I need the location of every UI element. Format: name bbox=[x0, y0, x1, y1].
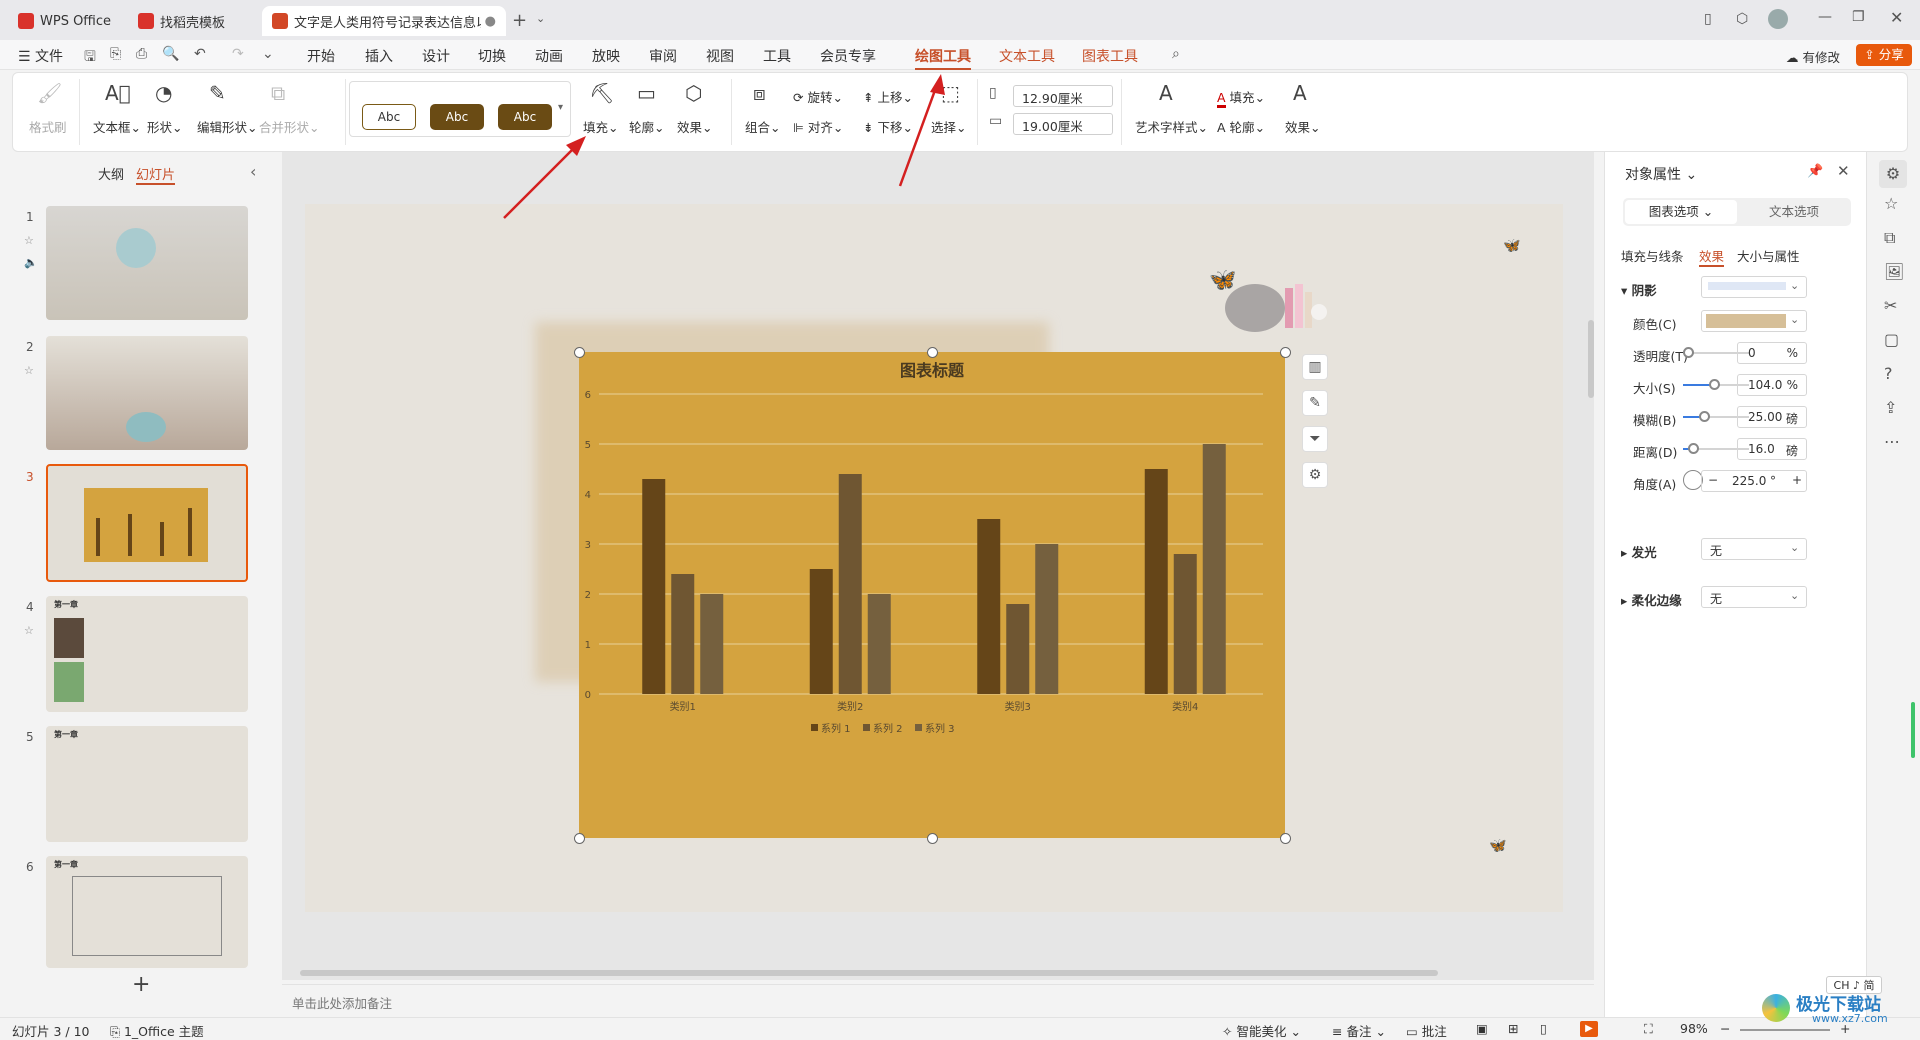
angle-dial[interactable] bbox=[1683, 470, 1703, 490]
close-panel-icon[interactable]: ✕ bbox=[1837, 162, 1850, 180]
share-icon[interactable]: ⇪ bbox=[1884, 398, 1897, 417]
object-properties-panel: 对象属性 ⌄ 📌 ✕ 图表选项 ⌄ 文本选项 填充与线条 效果 大小与属性 ▾ … bbox=[1604, 152, 1866, 1017]
distance-field[interactable]: 16.0 磅 bbox=[1737, 438, 1807, 460]
angle-value: 225.0 bbox=[1732, 474, 1767, 488]
soft-edge-select[interactable]: 无 ⌄ bbox=[1701, 586, 1807, 608]
copy-layout-icon[interactable]: ⧉ bbox=[1884, 228, 1895, 248]
angle-stepper[interactable]: − 225.0 ° + bbox=[1701, 470, 1807, 492]
smart-beautify-button[interactable]: ✧ 智能美化 ⌄ bbox=[1222, 1021, 1301, 1040]
option-tab-group: 图表选项 ⌄ 文本选项 bbox=[1623, 198, 1851, 226]
shadow-preset-swatch bbox=[1708, 282, 1786, 290]
shadow-color-select[interactable]: ⌄ bbox=[1701, 310, 1807, 332]
book-icon[interactable]: ▢ bbox=[1884, 330, 1899, 349]
transparency-field[interactable]: 0% bbox=[1737, 342, 1807, 364]
size-field[interactable]: 104.0% bbox=[1737, 374, 1807, 396]
play-slideshow-button[interactable]: ▶ bbox=[1580, 1021, 1598, 1037]
image-edit-icon[interactable]: 🖼 bbox=[1884, 262, 1904, 281]
properties-icon[interactable]: ⚙ bbox=[1879, 160, 1907, 188]
normal-view-icon[interactable]: ▣ bbox=[1476, 1021, 1488, 1036]
horizontal-scrollbar[interactable] bbox=[300, 970, 1438, 976]
slider-knob[interactable] bbox=[1699, 411, 1710, 422]
notes-toggle[interactable]: ≡ 备注 ⌄ bbox=[1332, 1021, 1386, 1040]
notes-placeholder: 单击此处添加备注 bbox=[292, 996, 393, 1011]
slider-knob[interactable] bbox=[1709, 379, 1720, 390]
angle-unit: ° bbox=[1770, 474, 1776, 488]
size-label: 大小(S) bbox=[1633, 381, 1676, 396]
pin-icon[interactable]: 📌 bbox=[1807, 164, 1823, 179]
status-bar: 幻灯片 3 / 10 ⎘ 1_Office 主题 ✧ 智能美化 ⌄ ≡ 备注 ⌄… bbox=[0, 1017, 1920, 1040]
shadow-color-swatch bbox=[1706, 314, 1786, 328]
vertical-scrollbar[interactable] bbox=[1588, 320, 1594, 398]
watermark-icon bbox=[1762, 994, 1790, 1022]
progress-indicator bbox=[1911, 702, 1915, 758]
panel-title[interactable]: 对象属性 ⌄ bbox=[1625, 164, 1697, 184]
chevron-down-icon: ⌄ bbox=[1790, 279, 1800, 292]
more-icon[interactable]: ⋯ bbox=[1884, 432, 1900, 451]
chevron-down-icon: ⌄ bbox=[1790, 541, 1800, 554]
glow-select[interactable]: 无 ⌄ bbox=[1701, 538, 1807, 560]
star-icon[interactable]: ☆ bbox=[1884, 194, 1898, 213]
chevron-down-icon: ⌄ bbox=[1790, 313, 1800, 326]
soft-edge-section-toggle[interactable]: ▸ 柔化边缘 bbox=[1621, 590, 1682, 609]
fit-window-icon[interactable]: ⛶ bbox=[1644, 1021, 1653, 1037]
tools-icon[interactable]: ✂ bbox=[1884, 296, 1897, 315]
comment-toggle[interactable]: ▭ 批注 bbox=[1406, 1021, 1447, 1040]
distance-label: 距离(D) bbox=[1633, 445, 1678, 460]
tab-chart-options[interactable]: 图表选项 ⌄ bbox=[1625, 200, 1737, 224]
notes-area[interactable]: 单击此处添加备注 bbox=[282, 984, 1594, 1017]
slide-counter: 幻灯片 3 / 10 bbox=[12, 1024, 90, 1039]
watermark-logo: 极光下载站 www.xz7.com bbox=[1762, 990, 1920, 1034]
decrement-button[interactable]: − bbox=[1708, 473, 1718, 487]
angle-label: 角度(A) bbox=[1633, 477, 1677, 492]
subtab-effect[interactable]: 效果 bbox=[1699, 246, 1725, 267]
transparency-label: 透明度(T) bbox=[1633, 349, 1688, 364]
increment-button[interactable]: + bbox=[1792, 473, 1802, 487]
theme-name[interactable]: ⎘ 1_Office 主题 bbox=[110, 1021, 204, 1040]
shadow-section-toggle[interactable]: ▾ 阴影 bbox=[1621, 280, 1657, 299]
tab-text-options[interactable]: 文本选项 bbox=[1739, 200, 1849, 224]
zoom-level[interactable]: 98% bbox=[1680, 1021, 1708, 1036]
subtab-fill-line[interactable]: 填充与线条 bbox=[1621, 246, 1684, 265]
color-label: 颜色(C) bbox=[1633, 317, 1677, 332]
reading-view-icon[interactable]: ▯ bbox=[1540, 1021, 1547, 1036]
chevron-down-icon: ⌄ bbox=[1790, 589, 1800, 602]
subtab-size-properties[interactable]: 大小与属性 bbox=[1737, 246, 1800, 265]
blur-field[interactable]: 25.00 磅 bbox=[1737, 406, 1807, 428]
help-icon[interactable]: ? bbox=[1884, 364, 1893, 383]
zoom-out-button[interactable]: − bbox=[1720, 1021, 1730, 1036]
shadow-preset-select[interactable]: ⌄ bbox=[1701, 276, 1807, 298]
slider-knob[interactable] bbox=[1688, 443, 1699, 454]
grid-view-icon[interactable]: ⊞ bbox=[1508, 1021, 1518, 1036]
watermark-url: www.xz7.com bbox=[1812, 1012, 1888, 1025]
glow-section-toggle[interactable]: ▸ 发光 bbox=[1621, 542, 1657, 561]
right-tool-bar: ⚙ ☆ ⧉ 🖼 ✂ ▢ ? ⇪ ⋯ bbox=[1866, 152, 1920, 1017]
blur-label: 模糊(B) bbox=[1633, 413, 1677, 428]
slider-knob[interactable] bbox=[1683, 347, 1694, 358]
